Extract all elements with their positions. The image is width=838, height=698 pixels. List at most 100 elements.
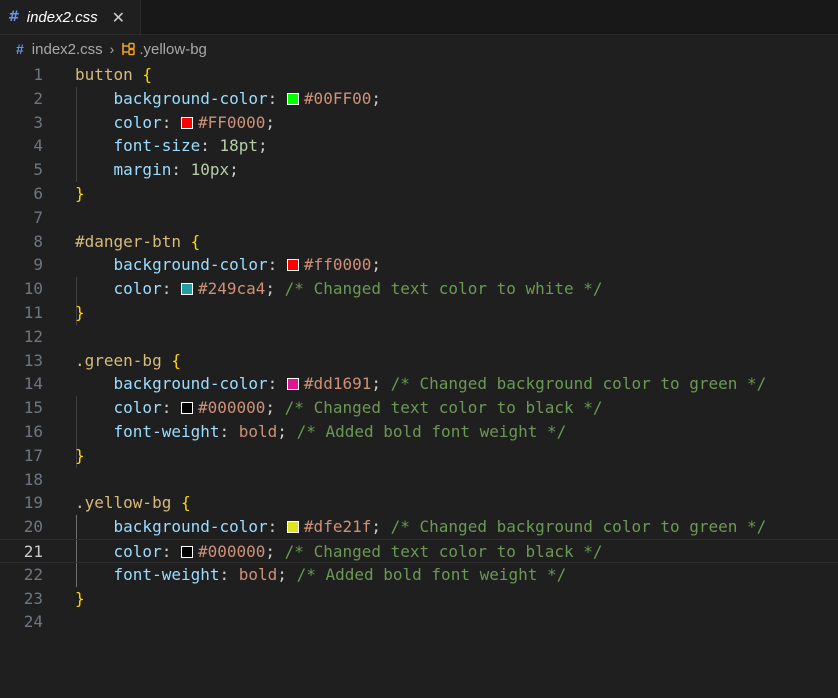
code-line[interactable]: 13 .green-bg { (0, 349, 838, 373)
code-line[interactable]: 7 (0, 206, 838, 230)
color-swatch[interactable] (180, 283, 193, 296)
code-line[interactable]: 24 (0, 610, 838, 634)
line-number: 11 (23, 302, 43, 322)
code-line[interactable]: 14 background-color: #dd1691; /* Changed… (0, 372, 838, 396)
code-line[interactable]: 12 (0, 325, 838, 349)
code-token: #FF0000 (197, 112, 266, 132)
css-hash-icon: # (16, 41, 24, 57)
code-editor[interactable]: 1 button {2 background-color: #00FF00; 3 c… (0, 63, 838, 634)
line-number: 20 (23, 517, 43, 537)
code-line[interactable]: 15 color: #000000; /* Changed text color… (0, 396, 838, 420)
code-line[interactable]: 17} (0, 444, 838, 468)
code-content: } (75, 444, 85, 468)
code-content: margin: 10px; (75, 158, 239, 182)
code-line[interactable]: 11} (0, 301, 838, 325)
code-token: /* Changed text color to black */ (284, 398, 603, 418)
line-number: 24 (23, 612, 43, 632)
code-line[interactable]: 4 font-size: 18pt; (0, 134, 838, 158)
line-number: 12 (23, 326, 43, 346)
code-token: /* Changed background color to green */ (390, 517, 767, 537)
code-token: ; (371, 255, 381, 275)
code-token: margin (113, 160, 172, 180)
color-swatch[interactable] (286, 92, 299, 105)
code-content: font-size: 18pt; (75, 134, 268, 158)
code-token: #dfe21f (303, 517, 372, 537)
code-token: : (267, 88, 287, 108)
code-token: : (267, 517, 287, 537)
code-token: color (113, 541, 162, 561)
line-number: 7 (33, 207, 43, 227)
code-token: ; (229, 160, 239, 180)
code-line[interactable]: 19 .yellow-bg { (0, 491, 838, 515)
code-token: #000000 (197, 541, 266, 561)
code-token: /* Added bold font weight */ (296, 421, 567, 441)
code-content: } (75, 587, 85, 611)
line-number: 2 (33, 88, 43, 108)
breadcrumb-file[interactable]: index2.css (32, 41, 103, 58)
code-line[interactable]: 6} (0, 182, 838, 206)
code-token: #ff0000 (303, 255, 372, 275)
code-token: ; (265, 279, 285, 299)
line-number: 6 (33, 183, 43, 203)
color-swatch[interactable] (180, 116, 193, 129)
code-line[interactable]: 22 font-weight: bold; /* Added bold font… (0, 563, 838, 587)
code-line[interactable]: 23} (0, 587, 838, 611)
code-line[interactable]: 18 (0, 468, 838, 492)
code-line[interactable]: 1 button { (0, 63, 838, 87)
line-number: 16 (23, 421, 43, 441)
code-line[interactable]: 10 color: #249ca4; /* Changed text color… (0, 277, 838, 301)
line-number: 3 (33, 112, 43, 132)
code-token: .yellow-bg (75, 493, 172, 513)
code-token: bold (238, 421, 278, 441)
line-number: 19 (23, 493, 43, 513)
line-number: 23 (23, 588, 43, 608)
code-token: font-weight (113, 564, 220, 584)
code-token: ; (258, 136, 268, 156)
code-line[interactable]: 2 background-color: #00FF00; (0, 87, 838, 111)
color-swatch[interactable] (180, 545, 193, 558)
code-token: font-weight (113, 421, 220, 441)
line-number: 18 (23, 469, 43, 489)
code-line[interactable]: 3 color: #FF0000; (0, 111, 838, 135)
code-line[interactable]: 9 background-color: #ff0000; (0, 253, 838, 277)
code-token: color (113, 112, 162, 132)
code-token: background-color (113, 517, 268, 537)
code-content: button { (75, 63, 152, 87)
code-token: #249ca4 (197, 279, 266, 299)
tab-index2-css[interactable]: # index2.css ✕ (0, 0, 141, 34)
color-swatch[interactable] (286, 378, 299, 391)
code-content: color: #249ca4; /* Changed text color to… (75, 277, 603, 301)
code-token: : (219, 564, 239, 584)
color-swatch[interactable] (180, 402, 193, 415)
breadcrumb-separator: › (109, 41, 115, 57)
code-token: font-size (113, 136, 201, 156)
code-token: #00FF00 (303, 88, 372, 108)
code-token: : (219, 421, 239, 441)
code-line[interactable]: 5 margin: 10px; (0, 158, 838, 182)
breadcrumb-rule[interactable]: .yellow-bg (139, 41, 207, 58)
code-line[interactable]: 21 color: #000000; /* Changed text color… (0, 538, 838, 563)
code-token: bold (238, 564, 278, 584)
code-token: : (161, 541, 181, 561)
color-swatch[interactable] (286, 521, 299, 534)
close-icon[interactable]: ✕ (112, 8, 125, 27)
css-hash-icon: # (8, 9, 20, 25)
code-line[interactable]: 16 font-weight: bold; /* Added bold font… (0, 420, 838, 444)
color-swatch[interactable] (286, 259, 299, 272)
code-line[interactable]: 20 background-color: #dfe21f; /* Changed… (0, 515, 838, 539)
code-token: : (200, 136, 220, 156)
code-line[interactable]: 8 #danger-btn { (0, 230, 838, 254)
code-token: } (75, 445, 85, 465)
code-content: background-color: #dd1691; /* Changed ba… (75, 372, 767, 396)
code-token: button (75, 65, 133, 84)
line-number: 22 (23, 564, 43, 584)
code-token: } (75, 302, 85, 322)
code-token: /* Changed text color to black */ (284, 541, 603, 561)
